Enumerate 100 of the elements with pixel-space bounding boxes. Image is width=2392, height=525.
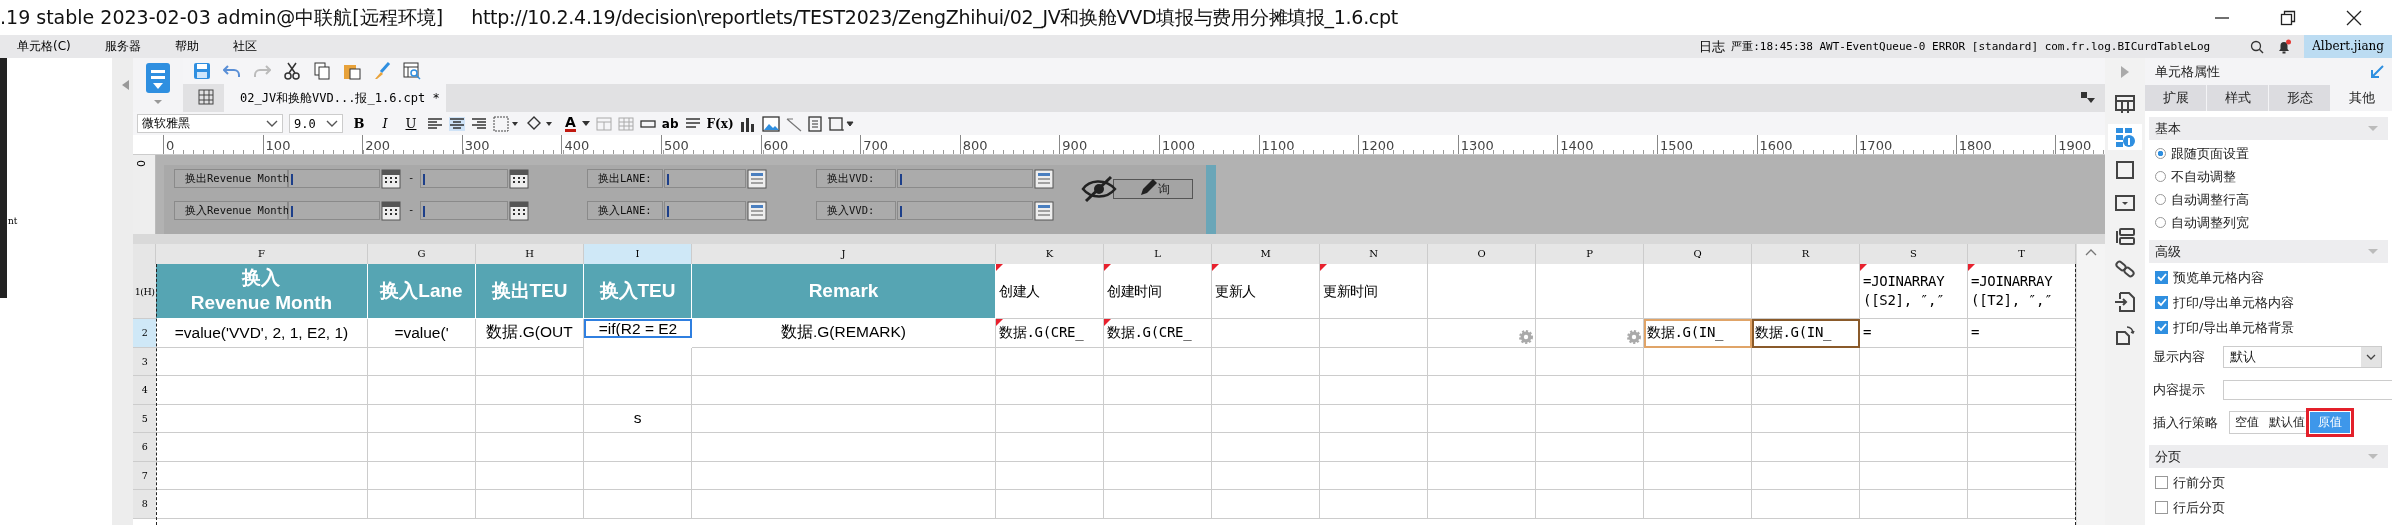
menu-item[interactable]: 社区 xyxy=(215,38,274,55)
table-cell[interactable] xyxy=(1536,461,1644,490)
table-cell[interactable] xyxy=(692,461,996,490)
table-cell[interactable] xyxy=(1752,347,1860,376)
text-tool[interactable]: ab xyxy=(661,116,679,131)
table-cell[interactable] xyxy=(1212,347,1320,376)
rotate-icon[interactable] xyxy=(2114,324,2136,346)
caret-icon[interactable] xyxy=(2366,353,2376,360)
table-cell[interactable] xyxy=(368,461,476,490)
column-header[interactable]: I xyxy=(584,244,692,264)
copy-icon[interactable] xyxy=(313,62,331,80)
table-icon[interactable] xyxy=(617,116,634,131)
table-cell[interactable] xyxy=(692,490,996,519)
log-label[interactable]: 日志 xyxy=(1699,37,1726,56)
table-cell[interactable] xyxy=(1104,433,1212,462)
option-label[interactable]: 不自动调整 xyxy=(2171,167,2236,186)
date-field[interactable] xyxy=(288,201,380,220)
table-cell[interactable] xyxy=(1428,264,1536,319)
text-field-icon[interactable] xyxy=(639,118,656,129)
table-cell[interactable] xyxy=(692,404,996,433)
font-size-select[interactable]: 9.0 xyxy=(289,114,343,133)
import-icon[interactable] xyxy=(2114,291,2136,313)
lane-field[interactable] xyxy=(664,201,746,220)
arrow-icon[interactable] xyxy=(2370,64,2384,79)
checkbox[interactable] xyxy=(2155,321,2168,334)
table-cell[interactable] xyxy=(996,490,1104,519)
table-cell[interactable] xyxy=(692,433,996,462)
table-cell[interactable] xyxy=(1644,490,1752,519)
table-cell[interactable] xyxy=(476,490,584,519)
panel-tab[interactable]: 样式 xyxy=(2207,85,2268,111)
align-icon[interactable] xyxy=(471,116,487,131)
table-cell[interactable] xyxy=(1752,490,1860,519)
table-cell[interactable]: s xyxy=(584,404,692,433)
table-cell[interactable] xyxy=(156,461,368,490)
table-cell[interactable]: 数据.G(IN_ xyxy=(1644,319,1752,348)
menu-item[interactable]: 帮助 xyxy=(157,38,216,55)
calendar-icon[interactable] xyxy=(509,201,529,221)
table-cell[interactable] xyxy=(1752,376,1860,405)
dropdown-box-icon[interactable] xyxy=(2114,192,2136,214)
list-icon[interactable] xyxy=(747,169,767,189)
style-button[interactable]: I xyxy=(375,116,395,131)
square-icon[interactable] xyxy=(2114,159,2136,181)
table-cell[interactable] xyxy=(692,347,996,376)
font-select[interactable]: 微软雅黑 xyxy=(137,114,283,133)
table-cell[interactable] xyxy=(156,433,368,462)
table-cell[interactable] xyxy=(1968,433,2076,462)
table-cell[interactable] xyxy=(368,347,476,376)
row-header[interactable]: 4 xyxy=(133,376,156,405)
table-cell[interactable] xyxy=(1320,404,1428,433)
table-cell[interactable] xyxy=(1212,319,1320,348)
table-cell[interactable] xyxy=(1320,490,1428,519)
table-cell[interactable] xyxy=(476,404,584,433)
align-icon[interactable] xyxy=(449,116,465,131)
policy-option[interactable]: 空值 xyxy=(2230,412,2264,433)
caret-icon[interactable] xyxy=(326,119,338,128)
column-header[interactable]: R xyxy=(1752,244,1860,264)
dropdown-icon[interactable] xyxy=(2081,92,2095,104)
table-cell[interactable]: = xyxy=(1860,319,1968,348)
date-field[interactable] xyxy=(420,201,508,220)
user-name[interactable]: Albert.jiang xyxy=(2304,35,2392,58)
pencil-icon[interactable] xyxy=(1138,178,1158,198)
lane-field[interactable] xyxy=(664,169,746,188)
row-header[interactable]: 5 xyxy=(133,404,156,433)
link-icon[interactable] xyxy=(2114,258,2136,280)
caret-icon[interactable] xyxy=(266,119,278,128)
table-cell[interactable] xyxy=(1968,490,2076,519)
list-icon[interactable] xyxy=(747,201,767,221)
row-header[interactable]: 1(H) xyxy=(133,264,156,319)
font-color-button[interactable]: A xyxy=(565,115,576,132)
query-button[interactable]: 询 xyxy=(1113,179,1193,199)
panel-tab[interactable]: 形态 xyxy=(2269,85,2330,111)
vvd-field[interactable] xyxy=(897,169,1033,188)
fill-color-icon[interactable] xyxy=(525,115,553,132)
table-cell[interactable]: = xyxy=(1968,319,2076,348)
table-cell[interactable] xyxy=(156,347,368,376)
row-header[interactable]: 6 xyxy=(133,433,156,462)
row-header[interactable]: 3 xyxy=(133,347,156,376)
table-cell[interactable] xyxy=(584,347,692,376)
option-label[interactable]: 自动调整行高 xyxy=(2171,190,2249,209)
table-cell[interactable] xyxy=(1536,264,1644,319)
table-cell[interactable]: =if(R2 = E2 xyxy=(584,319,692,338)
style-button[interactable]: B xyxy=(349,116,369,131)
table-cell[interactable] xyxy=(1320,376,1428,405)
column-header[interactable]: K xyxy=(996,244,1104,264)
bar-chart-icon[interactable] xyxy=(739,115,756,132)
table-cell[interactable] xyxy=(156,376,368,405)
style-button[interactable]: U xyxy=(401,116,421,131)
table-cell[interactable] xyxy=(996,347,1104,376)
panel-tab[interactable]: 扩展 xyxy=(2145,85,2206,111)
column-header[interactable]: N xyxy=(1320,244,1428,264)
table-cell[interactable] xyxy=(1752,404,1860,433)
gear-icon[interactable] xyxy=(1518,329,1534,345)
menu-item[interactable]: 单元格(C) xyxy=(0,38,88,55)
table-cell[interactable] xyxy=(692,376,996,405)
table-cell[interactable] xyxy=(1644,347,1752,376)
table-cell[interactable] xyxy=(368,404,476,433)
preview-icon[interactable] xyxy=(403,62,421,80)
checkbox[interactable] xyxy=(2155,476,2168,489)
table-cell[interactable] xyxy=(1104,461,1212,490)
hint-field[interactable] xyxy=(2223,379,2392,400)
